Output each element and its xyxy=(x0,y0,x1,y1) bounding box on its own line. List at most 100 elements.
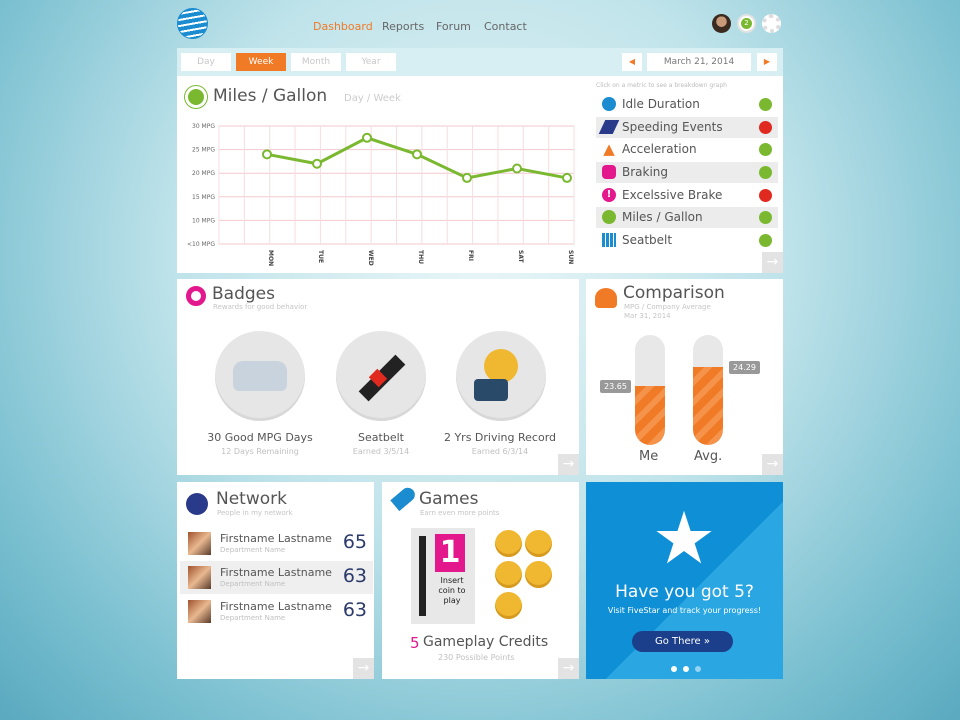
comparison-arrow-button[interactable]: → xyxy=(762,454,783,475)
x-tick-label: SUN xyxy=(567,250,574,264)
metric-label: Speeding Events xyxy=(622,120,723,134)
metric-miles-gallon[interactable]: Miles / Gallon xyxy=(596,207,778,228)
x-tick-label: FRI xyxy=(467,250,474,261)
network-arrow-button[interactable]: → xyxy=(353,658,374,679)
avg-bar-fill xyxy=(693,366,723,445)
att-logo[interactable] xyxy=(177,8,208,39)
period-tab-bar: Day Week Month Year ◀ March 21, 2014 ▶ xyxy=(177,48,783,76)
person-avatar xyxy=(188,566,211,589)
x-tick-label: SAT xyxy=(517,250,524,263)
metric-speeding-events[interactable]: Speeding Events xyxy=(596,117,778,138)
x-tick-label: WED xyxy=(367,250,374,266)
metric-seatbelt[interactable]: Seatbelt xyxy=(596,230,778,251)
next-date-button[interactable]: ▶ xyxy=(757,53,777,71)
games-title: Games xyxy=(419,489,479,509)
metric-label: Acceleration xyxy=(622,142,697,156)
badge-label: 30 Good MPG Days xyxy=(207,431,313,444)
badges-arrow-button[interactable]: → xyxy=(558,454,579,475)
person-dept: Department Name xyxy=(220,546,286,554)
promo-title: Have you got 5? xyxy=(615,582,754,602)
arrow-up-icon: ▲ xyxy=(603,140,615,158)
network-subtitle: People in my network xyxy=(217,509,293,517)
rocket-icon xyxy=(390,484,418,512)
status-dot xyxy=(759,98,772,111)
network-row[interactable]: Firstname Lastname Department Name 63 xyxy=(180,595,373,628)
status-dot xyxy=(759,166,772,179)
data-point xyxy=(512,163,522,174)
y-tick-label: 10 MPG xyxy=(192,217,215,224)
go-there-button[interactable]: Go There » xyxy=(632,631,733,652)
person-score: 63 xyxy=(342,565,367,587)
data-point xyxy=(262,149,272,160)
me-bar-track xyxy=(635,335,665,445)
coin-icon xyxy=(525,561,552,588)
carousel-dot-2[interactable] xyxy=(683,666,689,672)
avg-label: Avg. xyxy=(694,449,723,464)
network-row[interactable]: Firstname Lastname Department Name 65 xyxy=(180,527,373,560)
person-dept: Department Name xyxy=(220,580,286,588)
stopwatch-icon xyxy=(602,97,616,111)
avg-value: 24.29 xyxy=(729,361,760,374)
me-label: Me xyxy=(639,449,659,464)
tab-week[interactable]: Week xyxy=(236,53,286,71)
y-tick-label: 25 MPG xyxy=(192,147,215,154)
badge-sub: Earned 6/3/14 xyxy=(471,447,529,456)
key-badge-icon[interactable] xyxy=(456,331,546,421)
nav-forum[interactable]: Forum xyxy=(436,20,471,33)
metric-label: Miles / Gallon xyxy=(622,210,703,224)
date-display: March 21, 2014 xyxy=(647,53,751,71)
mpg-arrow-button[interactable]: → xyxy=(762,252,783,273)
tab-day[interactable]: Day xyxy=(181,53,231,71)
avg-bar-track xyxy=(693,335,723,445)
nav-reports[interactable]: Reports xyxy=(382,20,424,33)
credits-count: 5 xyxy=(410,634,420,652)
carousel-dot-3[interactable] xyxy=(695,666,701,672)
x-tick-label: TUE xyxy=(317,250,324,263)
metric-label: Seatbelt xyxy=(622,233,673,247)
seatbelt-badge-icon[interactable] xyxy=(336,331,426,421)
network-title: Network xyxy=(216,489,287,509)
tab-year[interactable]: Year xyxy=(346,53,396,71)
user-avatar[interactable] xyxy=(712,14,731,33)
credits-label: Gameplay Credits xyxy=(423,634,549,650)
gear-icon[interactable] xyxy=(762,14,781,33)
car-badge-icon[interactable] xyxy=(215,331,305,421)
metric-excessive-brake[interactable]: ! Excelssive Brake xyxy=(596,185,778,206)
metric-idle-duration[interactable]: Idle Duration xyxy=(596,94,778,115)
y-tick-label: 15 MPG xyxy=(192,194,215,201)
games-arrow-button[interactable]: → xyxy=(558,658,579,679)
coin-icon xyxy=(495,592,522,619)
metric-braking[interactable]: Braking xyxy=(596,162,778,183)
ribbon-icon xyxy=(186,286,206,306)
carousel-dot-1[interactable] xyxy=(671,666,677,672)
badges-title: Badges xyxy=(212,284,275,304)
badge-sub: 12 Days Remaining xyxy=(221,447,299,456)
status-dot xyxy=(759,211,772,224)
prev-date-button[interactable]: ◀ xyxy=(622,53,642,71)
data-point xyxy=(312,158,322,169)
person-name: Firstname Lastname xyxy=(220,600,332,613)
person-score: 65 xyxy=(342,531,367,553)
coin-slot[interactable]: 1 Insert coin to play xyxy=(411,528,475,624)
chat-icon[interactable]: 2 xyxy=(737,14,756,33)
coin-icon xyxy=(525,530,552,557)
data-point xyxy=(362,132,372,143)
gauge-icon xyxy=(185,86,207,108)
person-avatar xyxy=(188,600,211,623)
promo-text: Visit FiveStar and track your progress! xyxy=(607,606,762,615)
network-row[interactable]: Firstname Lastname Department Name 63 xyxy=(180,561,373,594)
tab-month[interactable]: Month xyxy=(291,53,341,71)
warning-icon: ! xyxy=(602,188,616,202)
nav-contact[interactable]: Contact xyxy=(484,20,527,33)
person-avatar xyxy=(188,532,211,555)
person-name: Firstname Lastname xyxy=(220,532,332,545)
status-dot xyxy=(759,121,772,134)
metric-acceleration[interactable]: ▲ Acceleration xyxy=(596,139,778,160)
star-icon: ★ xyxy=(651,496,717,580)
y-tick-label: <10 MPG xyxy=(187,241,215,248)
metric-hint: Click on a metric to see a breakdown gra… xyxy=(596,82,727,89)
possible-points: 230 Possible Points xyxy=(438,653,515,662)
metric-label: Idle Duration xyxy=(622,97,700,111)
speeding-icon xyxy=(598,120,620,134)
nav-dashboard[interactable]: Dashboard xyxy=(313,20,373,33)
